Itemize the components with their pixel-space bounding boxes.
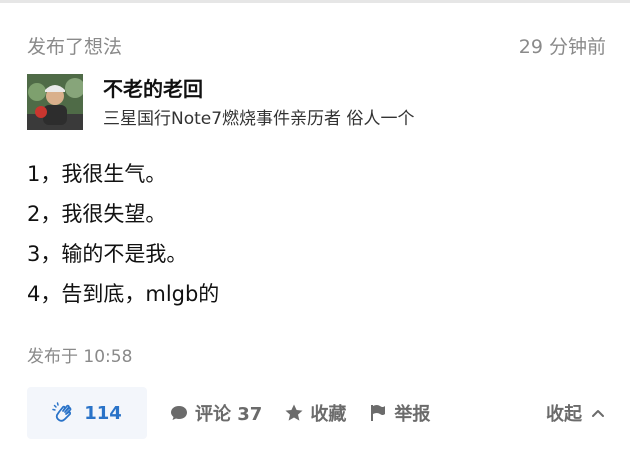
- content-line: 4，告到底，mlgb的: [27, 282, 220, 306]
- chevron-up-icon: [590, 405, 606, 421]
- collapse-label: 收起: [546, 404, 582, 425]
- report-label: 举报: [394, 404, 431, 425]
- content-line: 1，我很生气。: [27, 162, 167, 186]
- comment-label: 评论 37: [195, 404, 263, 425]
- author-name[interactable]: 不老的老回: [103, 76, 414, 102]
- report-button[interactable]: 举报: [368, 400, 430, 426]
- clap-count: 114: [84, 402, 122, 424]
- content-line: 3，输的不是我。: [27, 242, 188, 266]
- content-line: 2，我很失望。: [27, 202, 167, 226]
- favorite-button[interactable]: 收藏: [284, 400, 346, 426]
- collapse-button[interactable]: 收起: [546, 400, 606, 426]
- clap-icon: [52, 401, 76, 425]
- author-info: 不老的老回 三星国行Note7燃烧事件亲历者 俗人一个: [27, 74, 414, 132]
- comment-button[interactable]: 评论 37: [169, 400, 262, 426]
- flag-icon: [368, 403, 388, 423]
- star-icon: [284, 403, 304, 423]
- publish-time: 发布于 10:58: [27, 347, 133, 367]
- post-action-text: 发布了想法: [27, 35, 123, 58]
- avatar-image: [27, 74, 83, 130]
- post-content: 1，我很生气。 2，我很失望。 3，输的不是我。 4，告到底，mlgb的: [27, 154, 219, 314]
- author-bio: 三星国行Note7燃烧事件亲历者 俗人一个: [103, 109, 415, 129]
- top-divider: [0, 0, 630, 3]
- comment-icon: [169, 403, 189, 423]
- favorite-label: 收藏: [310, 404, 347, 425]
- post-header: 发布了想法 29 分钟前: [27, 32, 606, 58]
- avatar[interactable]: [27, 74, 83, 130]
- clap-button[interactable]: 114: [27, 387, 147, 439]
- post-time-ago: 29 分钟前: [518, 35, 606, 58]
- action-bar: 114 评论 37 收藏 举报 收起: [27, 387, 606, 439]
